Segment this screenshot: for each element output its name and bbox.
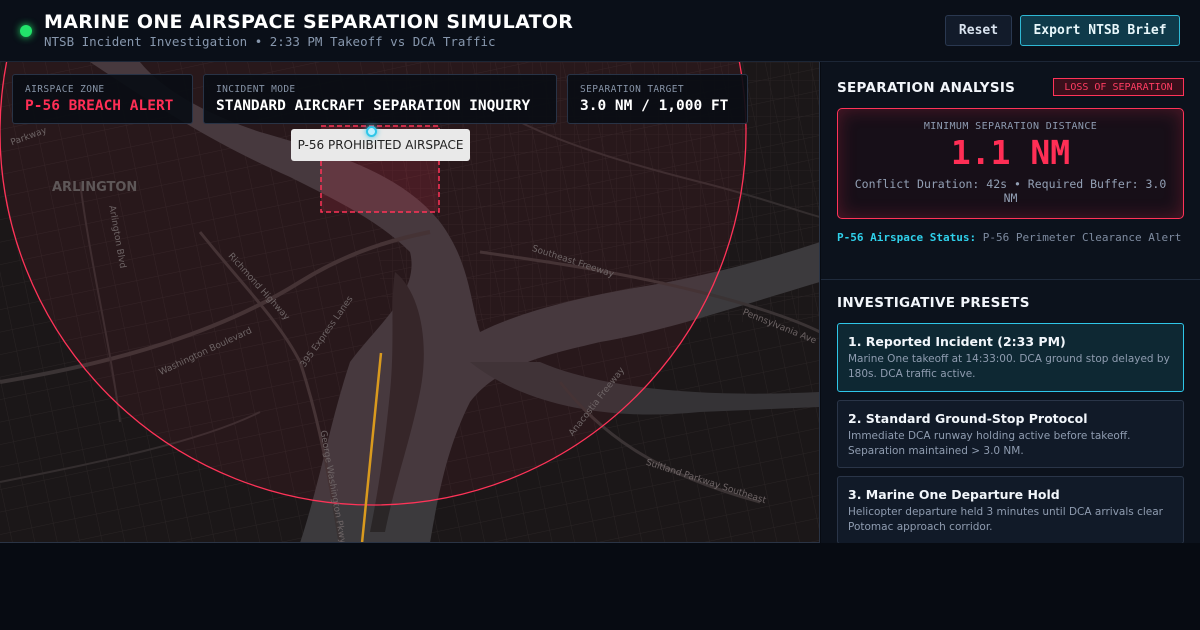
status-indicator [20, 25, 32, 37]
separation-target-card: SEPARATION TARGET 3.0 NM / 1,000 FT [567, 74, 748, 124]
section-divider [821, 279, 1200, 280]
airspace-map[interactable]: ARLINGTON Arlington Blvd Richmond Highwa… [0, 62, 820, 543]
marine-one-marker-icon[interactable] [366, 126, 377, 137]
app-title: MARINE ONE AIRSPACE SEPARATION SIMULATOR [44, 11, 574, 33]
min-separation-value: 1.1 NM [950, 133, 1071, 172]
separation-target-label: SEPARATION TARGET [580, 84, 685, 95]
reset-button[interactable]: Reset [945, 15, 1012, 46]
preset-description: Marine One takeoff at 14:33:00. DCA grou… [848, 353, 1170, 380]
incident-mode-value: STANDARD AIRCRAFT SEPARATION INQUIRY [216, 98, 531, 114]
conflict-duration-text: Conflict Duration: 42s • Required Buffer… [854, 177, 1167, 205]
preset-title: 2. Standard Ground-Stop Protocol [848, 411, 1088, 426]
preset-title: 3. Marine One Departure Hold [848, 487, 1060, 502]
separation-analysis-title: SEPARATION ANALYSIS [837, 80, 1016, 96]
airspace-zone-value: P-56 BREACH ALERT [25, 98, 174, 114]
export-ntsb-brief-button[interactable]: Export NTSB Brief [1020, 15, 1180, 46]
app-subtitle: NTSB Incident Investigation • 2:33 PM Ta… [44, 34, 496, 49]
investigative-presets-title: INVESTIGATIVE PRESETS [837, 295, 1030, 311]
incident-mode-card: INCIDENT MODE STANDARD AIRCRAFT SEPARATI… [203, 74, 557, 124]
separation-target-value: 3.0 NM / 1,000 FT [580, 98, 729, 114]
preset-description: Helicopter departure held 3 minutes unti… [848, 506, 1163, 533]
p56-status-text: P-56 Perimeter Clearance Alert [982, 231, 1182, 244]
area-label-arlington: ARLINGTON [52, 180, 138, 195]
preset-title: 1. Reported Incident (2:33 PM) [848, 334, 1066, 349]
airspace-zone-label: AIRSPACE ZONE [25, 84, 105, 95]
preset-reported-incident[interactable]: 1. Reported Incident (2:33 PM) Marine On… [837, 323, 1184, 392]
min-separation-label: MINIMUM SEPARATION DISTANCE [923, 121, 1098, 132]
incident-mode-label: INCIDENT MODE [216, 84, 296, 95]
preset-description: Immediate DCA runway holding active befo… [848, 430, 1131, 457]
preset-ground-stop-protocol[interactable]: 2. Standard Ground-Stop Protocol Immedia… [837, 400, 1184, 468]
preset-departure-hold[interactable]: 3. Marine One Departure Hold Helicopter … [837, 476, 1184, 543]
app-header: MARINE ONE AIRSPACE SEPARATION SIMULATOR… [0, 0, 1200, 62]
p56-status-lead: P-56 Airspace Status: [837, 231, 977, 244]
airspace-zone-card: AIRSPACE ZONE P-56 BREACH ALERT [12, 74, 193, 124]
min-separation-card: MINIMUM SEPARATION DISTANCE 1.1 NM Confl… [837, 108, 1184, 219]
loss-of-separation-badge: LOSS OF SEPARATION [1053, 78, 1184, 96]
p56-airspace-status: P-56 Airspace Status: P-56 Perimeter Cle… [837, 230, 1184, 246]
p56-tooltip: P-56 PROHIBITED AIRSPACE [291, 129, 470, 161]
analysis-panel: SEPARATION ANALYSIS LOSS OF SEPARATION M… [821, 62, 1200, 543]
